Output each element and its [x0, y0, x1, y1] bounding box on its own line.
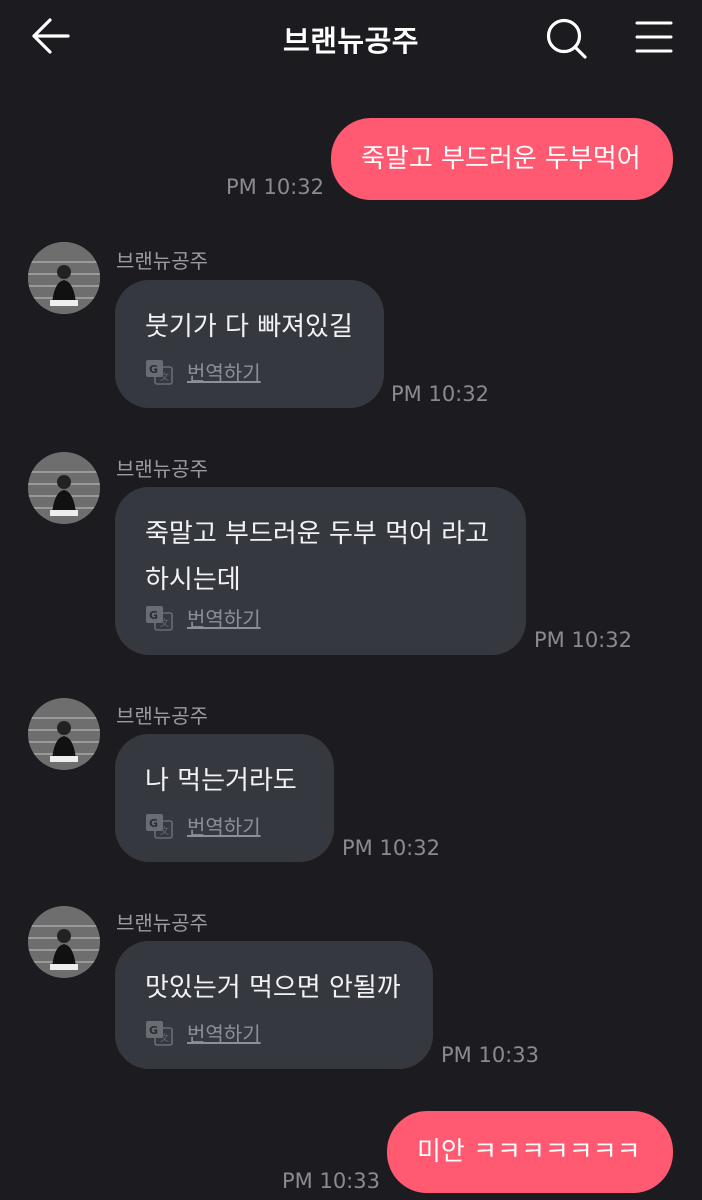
avatar[interactable] — [28, 452, 100, 524]
translate-icon: G 文 — [146, 1020, 173, 1046]
translate-button[interactable]: G 文 번역하기 — [145, 1018, 261, 1047]
incoming-message-bubble[interactable]: 붓기가 다 빠져있길 G 文 번역하기 — [115, 280, 384, 408]
outgoing-message-bubble[interactable]: 미안 ㅋㅋㅋㅋㅋㅋㅋ — [387, 1111, 673, 1193]
sender-name: 브랜뉴공주 — [116, 704, 208, 728]
avatar[interactable] — [28, 906, 100, 978]
message-text: 붓기가 다 빠져있길 — [145, 312, 353, 342]
svg-text:G: G — [149, 1024, 158, 1037]
incoming-message-bubble[interactable]: 나 먹는거라도 G 文 번역하기 — [115, 734, 334, 862]
menu-button[interactable] — [634, 18, 674, 56]
translate-icon: G 文 — [146, 813, 173, 839]
message-timestamp: PM 10:33 — [282, 1169, 380, 1193]
translate-label: 번역하기 — [187, 815, 261, 839]
svg-text:G: G — [149, 609, 158, 622]
translate-label: 번역하기 — [187, 607, 261, 631]
message-text: 나 먹는거라도 — [145, 766, 297, 796]
message-text: 미안 ㅋㅋㅋㅋㅋㅋㅋ — [417, 1137, 641, 1167]
sender-name: 브랜뉴공주 — [116, 457, 208, 481]
translate-icon: G 文 — [146, 359, 173, 385]
page-title: 브랜뉴공주 — [283, 24, 419, 58]
message-text: 죽말고 부드러운 두부먹어 — [361, 144, 641, 174]
chat-header: 브랜뉴공주 — [0, 0, 702, 80]
outgoing-message-bubble[interactable]: 죽말고 부드러운 두부먹어 — [331, 118, 673, 200]
svg-text:G: G — [149, 363, 158, 376]
translate-button[interactable]: G 文 번역하기 — [145, 357, 261, 386]
avatar-photo — [28, 906, 100, 978]
avatar[interactable] — [28, 242, 100, 314]
message-timestamp: PM 10:33 — [441, 1043, 539, 1067]
message-timestamp: PM 10:32 — [342, 836, 440, 860]
sender-name: 브랜뉴공주 — [116, 911, 208, 935]
svg-text:文: 文 — [160, 825, 169, 837]
message-timestamp: PM 10:32 — [226, 175, 324, 199]
avatar-photo — [28, 242, 100, 314]
avatar-photo — [28, 452, 100, 524]
message-text: 맛있는거 먹으면 안될까 — [145, 973, 401, 1003]
sender-name: 브랜뉴공주 — [116, 249, 208, 273]
translate-label: 번역하기 — [187, 361, 261, 385]
search-button[interactable] — [544, 16, 590, 62]
svg-text:文: 文 — [160, 1032, 169, 1044]
message-timestamp: PM 10:32 — [534, 628, 632, 652]
translate-label: 번역하기 — [187, 1022, 261, 1046]
search-icon — [546, 18, 587, 59]
svg-text:文: 文 — [160, 617, 169, 629]
message-timestamp: PM 10:32 — [391, 382, 489, 406]
avatar[interactable] — [28, 698, 100, 770]
translate-button[interactable]: G 文 번역하기 — [145, 811, 261, 840]
translate-icon: G 文 — [146, 605, 173, 631]
translate-button[interactable]: G 文 번역하기 — [145, 603, 261, 632]
svg-text:文: 文 — [160, 371, 169, 383]
incoming-message-bubble[interactable]: 맛있는거 먹으면 안될까 G 文 번역하기 — [115, 941, 433, 1069]
avatar-photo — [28, 698, 100, 770]
svg-text:G: G — [149, 817, 158, 830]
hamburger-menu-icon — [635, 21, 673, 53]
incoming-message-bubble[interactable]: 죽말고 부드러운 두부 먹어 라고 하시는데 G 文 번역하기 — [115, 487, 526, 655]
message-text: 죽말고 부드러운 두부 먹어 라고 하시는데 — [145, 519, 490, 595]
